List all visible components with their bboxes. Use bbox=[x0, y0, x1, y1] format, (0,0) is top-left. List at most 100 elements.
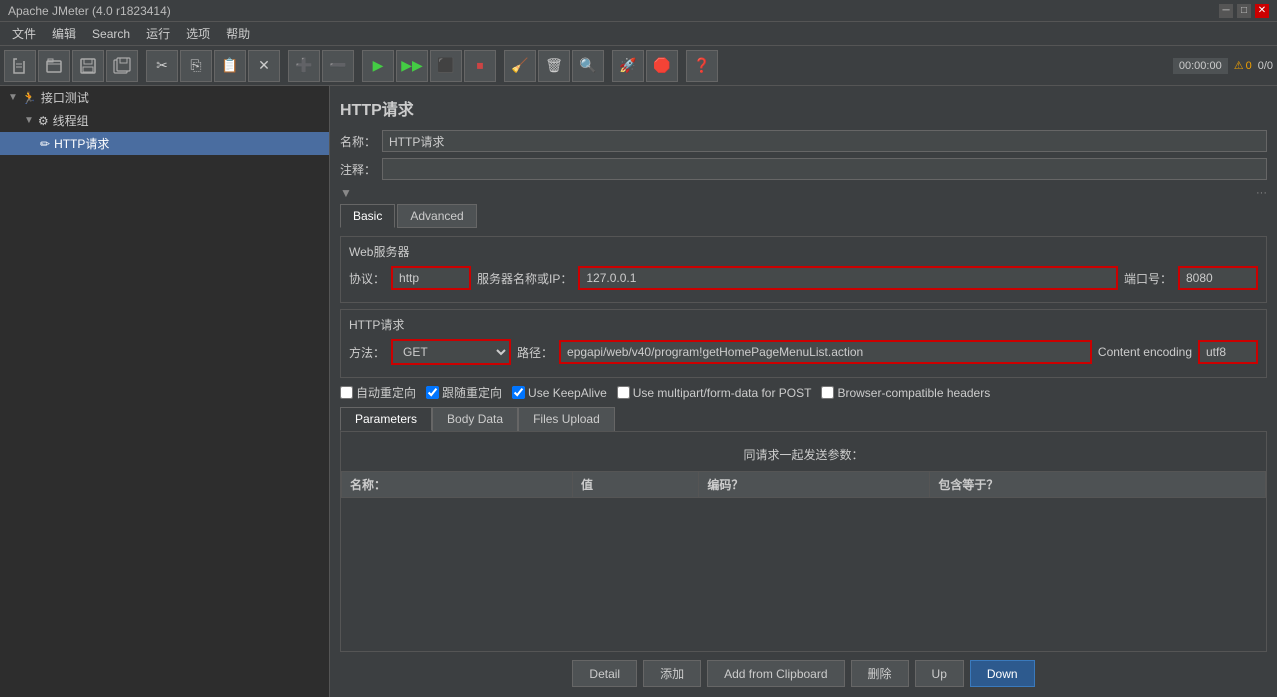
comment-label: 注释： bbox=[340, 161, 376, 178]
path-label: 路径： bbox=[517, 344, 553, 361]
comment-input[interactable] bbox=[382, 158, 1267, 180]
help-button[interactable]: ❓ bbox=[686, 50, 718, 82]
web-server-section: Web服务器 协议： 服务器名称或IP： 端口号： bbox=[340, 236, 1267, 303]
warn-indicator: ⚠ 0 bbox=[1234, 59, 1252, 72]
new-button[interactable] bbox=[4, 50, 36, 82]
port-label: 端口号： bbox=[1124, 270, 1172, 287]
follow-redirect-label[interactable]: 跟随重定向 bbox=[426, 384, 502, 401]
method-select[interactable]: GET POST PUT DELETE HEAD bbox=[391, 339, 511, 365]
protocol-label: 协议： bbox=[349, 270, 385, 287]
name-label: 名称： bbox=[340, 133, 376, 150]
up-button[interactable]: Up bbox=[915, 660, 964, 687]
menu-options[interactable]: 选项 bbox=[178, 23, 218, 44]
checkbox-row: 自动重定向 跟随重定向 Use KeepAlive Use multipart/… bbox=[340, 384, 1267, 401]
thread-arrow: ▼ bbox=[24, 115, 34, 126]
delete-param-button[interactable]: 删除 bbox=[851, 660, 909, 687]
server-input[interactable] bbox=[578, 266, 1118, 290]
auto-redirect-text: 自动重定向 bbox=[356, 384, 416, 401]
auto-redirect-checkbox[interactable] bbox=[340, 386, 353, 399]
menu-file[interactable]: 文件 bbox=[4, 23, 44, 44]
col-include-header: 包含等于？ bbox=[930, 472, 1266, 498]
col-encode-header: 编码？ bbox=[699, 472, 930, 498]
tree-http-request[interactable]: ✏ HTTP请求 bbox=[0, 132, 329, 155]
multipart-label[interactable]: Use multipart/form-data for POST bbox=[617, 386, 812, 400]
protocol-input[interactable] bbox=[391, 266, 471, 290]
warn-icon: ⚠ bbox=[1234, 59, 1244, 72]
port-input[interactable] bbox=[1178, 266, 1258, 290]
browser-headers-label[interactable]: Browser-compatible headers bbox=[821, 386, 990, 400]
path-input[interactable] bbox=[559, 340, 1092, 364]
auto-redirect-label[interactable]: 自动重定向 bbox=[340, 384, 416, 401]
shutdown-button[interactable]: ⏹ bbox=[464, 50, 496, 82]
add-button[interactable]: ➕ bbox=[288, 50, 320, 82]
ellipsis-text: ··· bbox=[1256, 187, 1267, 199]
menubar: 文件 编辑 Search 运行 选项 帮助 bbox=[0, 22, 1277, 46]
encoding-label: Content encoding bbox=[1098, 345, 1192, 359]
tree-thread-group[interactable]: ▼ ⚙ 线程组 bbox=[0, 109, 329, 132]
root-icon: 🏃 bbox=[22, 91, 37, 105]
follow-redirect-checkbox[interactable] bbox=[426, 386, 439, 399]
keep-alive-checkbox[interactable] bbox=[512, 386, 525, 399]
maximize-button[interactable]: □ bbox=[1237, 4, 1251, 18]
copy-button[interactable]: ⎘ bbox=[180, 50, 212, 82]
params-table: 名称： 值 编码？ 包含等于？ bbox=[341, 471, 1266, 498]
follow-redirect-text: 跟随重定向 bbox=[442, 384, 502, 401]
multipart-text: Use multipart/form-data for POST bbox=[633, 386, 812, 400]
remote-stop-button[interactable]: 🛑 bbox=[646, 50, 678, 82]
http-method-row: 方法： GET POST PUT DELETE HEAD 路径： Content… bbox=[349, 339, 1258, 365]
toolbar: ✂ ⎘ 📋 ✕ ➕ ➖ ▶ ▶▶ ⬛ ⏹ 🧹 🗑 🔍 🚀 🛑 ❓ 00:00:0… bbox=[0, 46, 1277, 86]
tab-advanced[interactable]: Advanced bbox=[397, 204, 476, 228]
paste-button[interactable]: 📋 bbox=[214, 50, 246, 82]
cut-button[interactable]: ✂ bbox=[146, 50, 178, 82]
server-label: 服务器名称或IP： bbox=[477, 270, 572, 287]
browser-headers-checkbox[interactable] bbox=[821, 386, 834, 399]
add-clipboard-button[interactable]: Add from Clipboard bbox=[707, 660, 844, 687]
page-title: HTTP请求 bbox=[340, 96, 1267, 120]
tree-root[interactable]: ▼ 🏃 接口测试 bbox=[0, 86, 329, 109]
minimize-button[interactable]: ─ bbox=[1219, 4, 1233, 18]
web-server-row: 协议： 服务器名称或IP： 端口号： bbox=[349, 266, 1258, 290]
tab-basic[interactable]: Basic bbox=[340, 204, 395, 228]
menu-edit[interactable]: 编辑 bbox=[44, 23, 84, 44]
tab-parameters[interactable]: Parameters bbox=[340, 407, 432, 431]
col-value-header: 值 bbox=[573, 472, 699, 498]
save-button[interactable] bbox=[72, 50, 104, 82]
close-button[interactable]: ✕ bbox=[1255, 4, 1269, 18]
clear-all-button[interactable]: 🗑 bbox=[538, 50, 570, 82]
encoding-input[interactable] bbox=[1198, 340, 1258, 364]
menu-search[interactable]: Search bbox=[84, 25, 138, 43]
thread-icon: ⚙ bbox=[38, 114, 49, 128]
browser-headers-text: Browser-compatible headers bbox=[837, 386, 990, 400]
start-button[interactable]: ▶ bbox=[362, 50, 394, 82]
remove-button[interactable]: ➖ bbox=[322, 50, 354, 82]
tab-files-upload[interactable]: Files Upload bbox=[518, 407, 615, 431]
browse-button[interactable]: 🔍 bbox=[572, 50, 604, 82]
start-no-pause-button[interactable]: ▶▶ bbox=[396, 50, 428, 82]
title-text: Apache JMeter (4.0 r1823414) bbox=[8, 4, 171, 18]
name-input[interactable] bbox=[382, 130, 1267, 152]
http-request-title: HTTP请求 bbox=[349, 316, 1258, 333]
tab-body-data[interactable]: Body Data bbox=[432, 407, 518, 431]
tree-thread-label: 线程组 bbox=[53, 112, 89, 129]
titlebar-controls: ─ □ ✕ bbox=[1219, 4, 1269, 18]
sidebar: ▼ 🏃 接口测试 ▼ ⚙ 线程组 ✏ HTTP请求 bbox=[0, 86, 330, 697]
delete-button[interactable]: ✕ bbox=[248, 50, 280, 82]
open-button[interactable] bbox=[38, 50, 70, 82]
col-name-header: 名称： bbox=[342, 472, 573, 498]
remote-start-button[interactable]: 🚀 bbox=[612, 50, 644, 82]
multipart-checkbox[interactable] bbox=[617, 386, 630, 399]
stop-button[interactable]: ⬛ bbox=[430, 50, 462, 82]
down-button[interactable]: Down bbox=[970, 660, 1035, 687]
add-param-button[interactable]: 添加 bbox=[643, 660, 701, 687]
warn-count: 0 bbox=[1246, 60, 1252, 72]
menu-help[interactable]: 帮助 bbox=[218, 23, 258, 44]
detail-button[interactable]: Detail bbox=[572, 660, 637, 687]
menu-run[interactable]: 运行 bbox=[138, 23, 178, 44]
saveall-button[interactable] bbox=[106, 50, 138, 82]
tree-http-label: HTTP请求 bbox=[54, 135, 109, 152]
keep-alive-label[interactable]: Use KeepAlive bbox=[512, 386, 607, 400]
tree-root-label: 接口测试 bbox=[41, 89, 89, 106]
collapse-arrow[interactable]: ▼ bbox=[340, 186, 352, 200]
params-tab-bar: Parameters Body Data Files Upload bbox=[340, 407, 1267, 432]
clear-button[interactable]: 🧹 bbox=[504, 50, 536, 82]
